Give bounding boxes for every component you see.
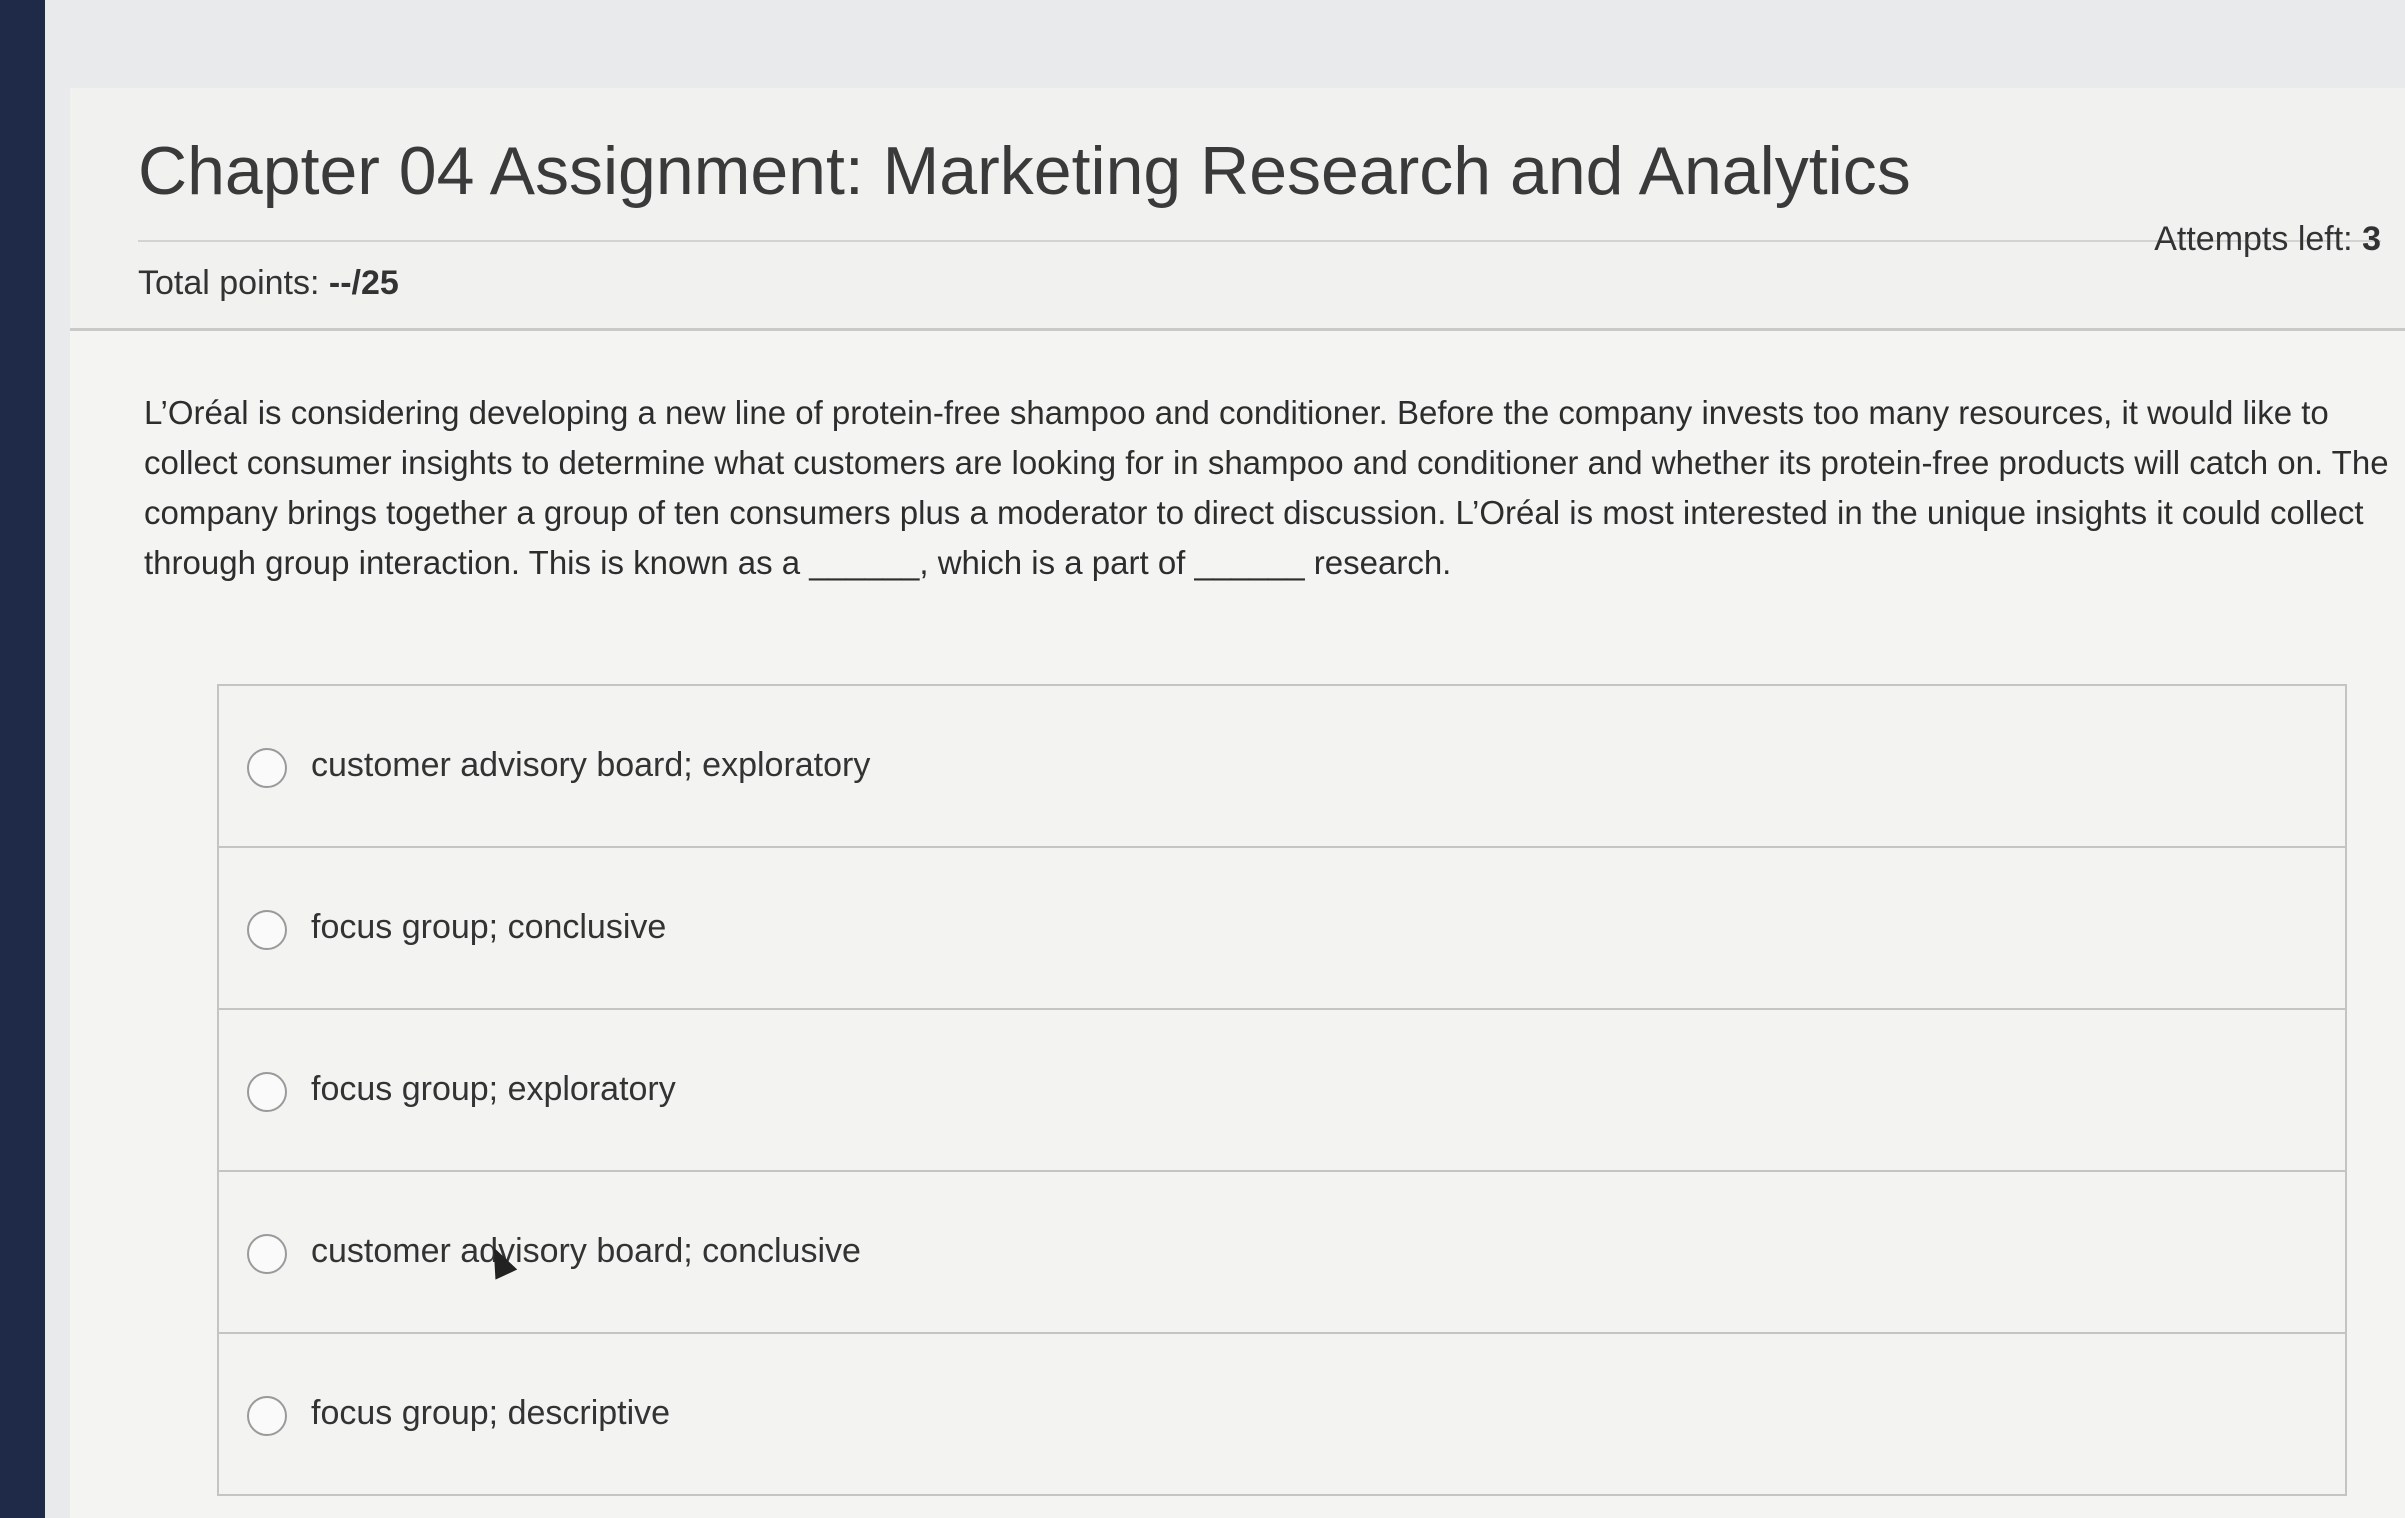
answer-option-label: focus group; conclusive <box>311 908 667 946</box>
answer-option-3[interactable]: focus group; exploratory <box>217 1008 2347 1172</box>
answer-option-2[interactable]: focus group; conclusive <box>217 846 2347 1010</box>
attempts-value: 3 <box>2362 220 2381 258</box>
total-points: Total points: --/25 <box>138 264 399 303</box>
screen: Chapter 04 Assignment: Marketing Researc… <box>45 0 2405 1518</box>
radio-button-icon[interactable] <box>247 1396 287 1436</box>
radio-button-icon[interactable] <box>247 748 287 788</box>
question-text: L’Oréal is considering developing a new … <box>144 394 2389 581</box>
total-points-value: --/25 <box>328 264 399 302</box>
answer-option-5[interactable]: focus group; descriptive <box>217 1332 2347 1496</box>
radio-button-icon[interactable] <box>247 1072 287 1112</box>
page-title: Chapter 04 Assignment: Marketing Researc… <box>138 133 1911 209</box>
answer-options: customer advisory board; exploratory foc… <box>217 684 2347 1496</box>
assignment-header: Chapter 04 Assignment: Marketing Researc… <box>70 88 2405 331</box>
assignment-card: Chapter 04 Assignment: Marketing Researc… <box>70 88 2405 1518</box>
answer-option-label: customer advisory board; conclusive <box>311 1232 861 1270</box>
answer-option-1[interactable]: customer advisory board; exploratory <box>217 684 2347 848</box>
radio-button-icon[interactable] <box>247 910 287 950</box>
total-points-label: Total points: <box>138 264 329 302</box>
title-divider <box>138 240 2381 242</box>
answer-option-label: focus group; exploratory <box>311 1070 676 1108</box>
attempts-left: Attempts left: 3 <box>2154 220 2381 259</box>
attempts-label: Attempts left: <box>2154 220 2363 258</box>
answer-option-label: focus group; descriptive <box>311 1394 671 1432</box>
answer-option-label: customer advisory board; exploratory <box>311 746 871 784</box>
answer-option-4[interactable]: customer advisory board; conclusive <box>217 1170 2347 1334</box>
radio-button-icon[interactable] <box>247 1234 287 1274</box>
